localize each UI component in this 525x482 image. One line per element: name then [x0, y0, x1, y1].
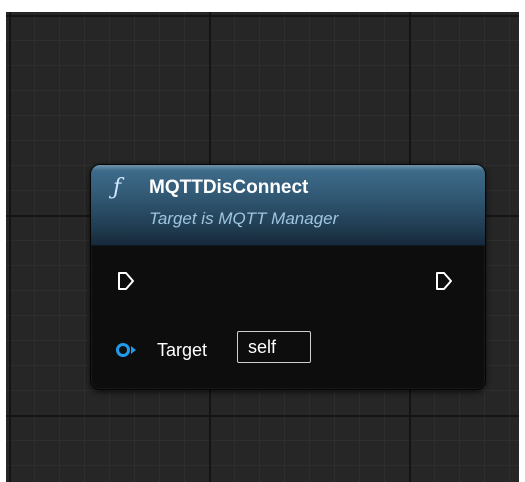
node-title: MQTTDisConnect: [149, 177, 309, 198]
target-object-pin-icon[interactable]: [115, 341, 137, 359]
node-subtitle: Target is MQTT Manager: [149, 209, 339, 228]
exec-input-pin-icon[interactable]: [117, 271, 135, 291]
exec-output-pin-icon[interactable]: [435, 271, 453, 291]
function-icon: ƒ: [113, 175, 122, 200]
node-header[interactable]: ƒ MQTTDisConnect Target is MQTT Manager: [91, 165, 485, 246]
target-default-value-field[interactable]: self: [237, 331, 311, 363]
blueprint-graph-canvas[interactable]: ƒ MQTTDisConnect Target is MQTT Manager …: [6, 12, 519, 482]
header-sheen: [91, 165, 485, 171]
target-pin-label: Target: [157, 340, 208, 360]
function-call-node[interactable]: ƒ MQTTDisConnect Target is MQTT Manager …: [90, 164, 486, 390]
